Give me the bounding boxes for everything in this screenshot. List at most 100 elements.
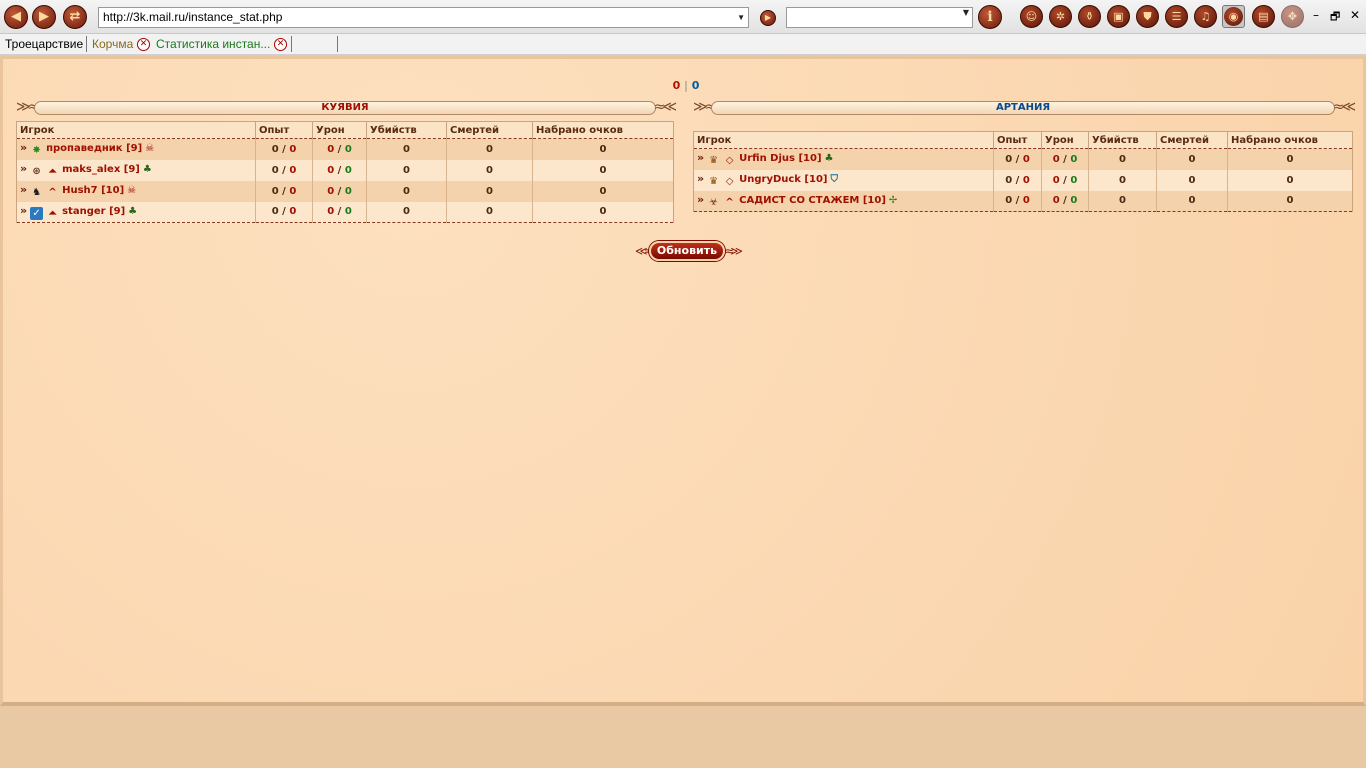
tab-separator xyxy=(291,36,292,52)
crown-icon: ♛ xyxy=(709,155,719,167)
combo-dropdown-icon[interactable]: ▼ xyxy=(963,8,969,17)
close-tab-icon[interactable]: ✕ xyxy=(274,38,287,51)
go-arrow-icon[interactable]: ▶ xyxy=(760,10,776,26)
reload-arrows-icon[interactable]: ⇄ xyxy=(63,5,87,29)
camera-icon[interactable]: ◉ xyxy=(1222,5,1245,28)
close-button[interactable]: ✕ xyxy=(1350,8,1360,22)
team-score: 0 | 0 xyxy=(3,79,1366,92)
col-kills: Убийств xyxy=(1088,131,1157,149)
map-icon[interactable]: ✥ xyxy=(1281,5,1304,28)
kills-cell: 0 xyxy=(1088,169,1157,191)
exp-bonus: 0 xyxy=(1022,195,1030,207)
skills-icon[interactable]: ✲ xyxy=(1049,5,1072,28)
address-dropdown-icon[interactable]: ▼ xyxy=(737,8,745,27)
deaths-cell: 0 xyxy=(1156,169,1228,191)
minimize-button[interactable]: – xyxy=(1313,8,1319,22)
bell-icon[interactable]: ♫ xyxy=(1194,5,1217,28)
info-icon[interactable]: i xyxy=(978,5,1002,29)
col-exp: Опыт xyxy=(255,121,313,139)
info-chevron-icon[interactable]: » xyxy=(20,183,27,196)
damage-cell: 0 / 0 xyxy=(1041,169,1089,191)
bottle-icon[interactable]: ⚱ xyxy=(1078,5,1101,28)
chevron-rank-icon: ^ xyxy=(48,187,57,198)
col-player: Игрок xyxy=(693,131,994,149)
info-chevron-icon[interactable]: » xyxy=(697,172,704,185)
exp-bonus: 0 xyxy=(289,164,297,176)
info-chevron-icon[interactable]: » xyxy=(697,151,704,164)
damage-dealt: 0 xyxy=(327,143,335,155)
tab-bar: Троецарствие Корчма ✕ Статистика инстан.… xyxy=(0,34,1366,55)
exp-cell: 0 / 0 xyxy=(255,138,313,160)
exp-value: 0 xyxy=(271,143,279,155)
deaths-cell: 0 xyxy=(1156,190,1228,212)
team-artaniya: ≫≈ ≈≪ АРТАНИЯ Игрок Опыт Урон Убийств См… xyxy=(693,99,1356,212)
player-name[interactable]: stanger [9] xyxy=(62,206,125,217)
film-icon[interactable]: ▤ xyxy=(1252,5,1275,28)
points-cell: 0 xyxy=(1227,190,1353,212)
search-combo[interactable]: ▼ xyxy=(786,7,973,28)
tab-troecarstvie[interactable]: Троецарствие xyxy=(5,37,83,51)
deaths-cell: 0 xyxy=(446,201,533,223)
info-label: i xyxy=(987,9,993,25)
damage-dealt: 0 xyxy=(1052,195,1060,207)
crown-icon: ♛ xyxy=(709,176,719,187)
deaths-cell: 0 xyxy=(446,138,533,160)
kills-cell: 0 xyxy=(1088,190,1157,212)
palm-icon: ♣ xyxy=(142,164,152,175)
exp-cell: 0 / 0 xyxy=(993,169,1042,191)
points-cell: 0 xyxy=(532,138,674,160)
forward-arrow-icon[interactable]: ▶ xyxy=(32,5,56,29)
player-cell: » ♛ ◇ UngryDuck [10] ⛉ xyxy=(693,169,994,191)
address-bar[interactable]: http://3k.mail.ru/instance_stat.php ▼ xyxy=(98,7,749,28)
address-url: http://3k.mail.ru/instance_stat.php xyxy=(103,10,283,24)
shield-icon[interactable]: ⛊ xyxy=(1136,5,1159,28)
info-chevron-icon[interactable]: » xyxy=(20,162,27,175)
player-cell: » ♞ ^ Hush7 [10] ☠ xyxy=(16,180,256,202)
kills-cell: 0 xyxy=(1088,148,1157,170)
info-chevron-icon[interactable]: » xyxy=(697,193,704,206)
deaths-cell: 0 xyxy=(446,159,533,181)
damage-received: 0 xyxy=(344,143,352,155)
info-chevron-icon[interactable]: » xyxy=(20,204,27,217)
damage-cell: 0 / 0 xyxy=(1041,148,1089,170)
back-arrow-icon[interactable]: ◀ xyxy=(4,5,28,29)
green-cross-icon: ✢ xyxy=(888,194,898,206)
blue-shield-icon: ⛉ xyxy=(830,174,839,185)
player-name[interactable]: Hush7 [10] xyxy=(62,185,124,196)
exp-bonus: 0 xyxy=(289,143,297,155)
restore-button[interactable]: 🗗 xyxy=(1330,8,1340,27)
exp-bonus: 0 xyxy=(289,185,297,197)
close-tab-icon[interactable]: ✕ xyxy=(137,38,150,51)
refresh-button[interactable]: Обновить xyxy=(649,241,725,261)
player-name[interactable]: пропаведник [9] xyxy=(46,143,142,154)
character-icon[interactable]: ☺ xyxy=(1020,5,1043,28)
table-row: » ♛ ◇ UngryDuck [10] ⛉ 0 / 0 0 / 0 0 0 0 xyxy=(693,169,1353,191)
computer-icon[interactable]: ▣ xyxy=(1107,5,1130,28)
col-player: Игрок xyxy=(16,121,256,139)
table-row: » ♛ ◇ Urfin Djus [10] ♣ 0 / 0 0 / 0 0 0 0 xyxy=(693,148,1353,170)
player-cell: » ⊛ ⏶ maks_alex [9] ♣ xyxy=(16,159,256,181)
damage-received: 0 xyxy=(344,185,352,197)
player-name[interactable]: Urfin Djus [10] xyxy=(739,153,821,164)
table-row: » ✸ пропаведник [9] ☠ 0 / 0 0 / 0 0 0 0 xyxy=(16,138,674,160)
tab-korchma[interactable]: Корчма xyxy=(92,37,133,51)
tab-statistika[interactable]: Статистика инстан... xyxy=(156,37,270,51)
exp-cell: 0 / 0 xyxy=(255,159,313,181)
col-points: Набрано очков xyxy=(1227,131,1353,149)
player-name[interactable]: САДИСТ СО СТАЖЕМ [10] xyxy=(739,195,886,206)
player-name[interactable]: UngryDuck [10] xyxy=(739,174,827,185)
horseman-icon: ♞ xyxy=(32,187,42,198)
tab-empty[interactable] xyxy=(296,37,336,53)
info-chevron-icon[interactable]: » xyxy=(20,141,27,154)
player-name[interactable]: maks_alex [9] xyxy=(62,164,140,175)
kills-cell: 0 xyxy=(366,138,447,160)
points-cell: 0 xyxy=(532,159,674,181)
col-damage: Урон xyxy=(312,121,367,139)
refresh-control: ≪≈ Обновить ≈≫ xyxy=(635,241,743,261)
player-cell: » ♛ ◇ Urfin Djus [10] ♣ xyxy=(693,148,994,170)
exp-cell: 0 / 0 xyxy=(993,148,1042,170)
scroll-icon[interactable]: ☰ xyxy=(1165,5,1188,28)
kills-cell: 0 xyxy=(366,159,447,181)
tab-separator xyxy=(337,36,338,52)
damage-dealt: 0 xyxy=(1052,174,1060,186)
